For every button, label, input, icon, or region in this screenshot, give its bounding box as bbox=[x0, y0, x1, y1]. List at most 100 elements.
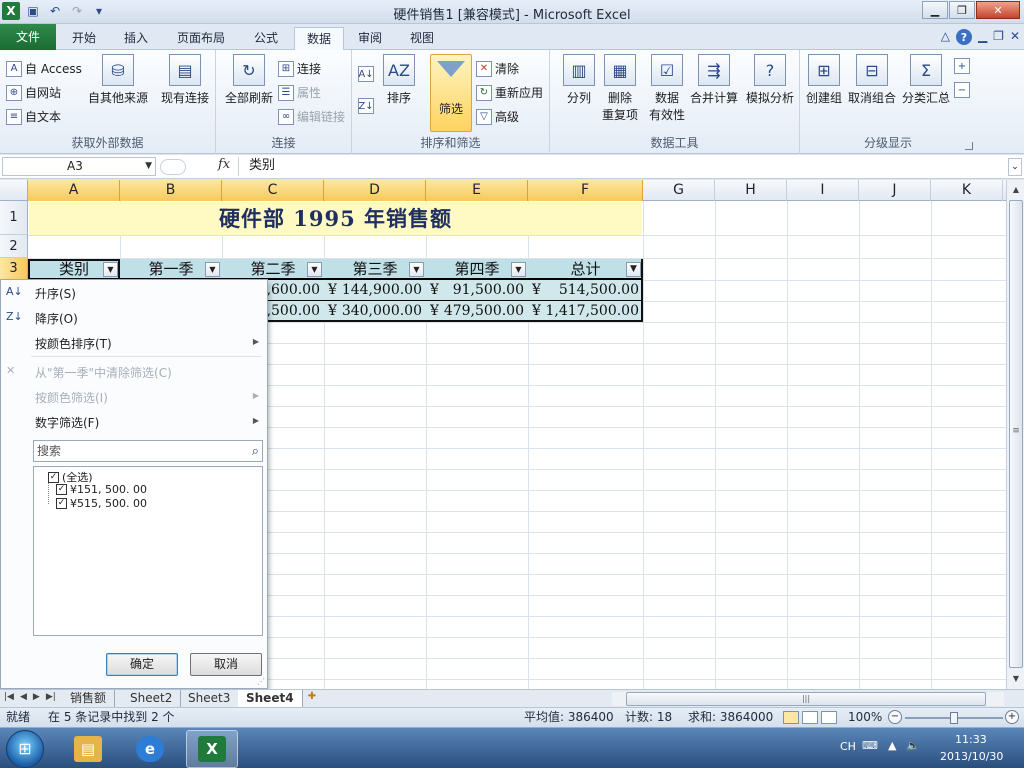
row-header-3[interactable]: 3 bbox=[0, 258, 28, 280]
cell-total-row4[interactable]: ¥514,500.00 bbox=[528, 280, 643, 301]
edit-links-button[interactable]: ∞ 编辑链接 bbox=[278, 108, 345, 125]
clock-time[interactable]: 11:33 bbox=[955, 733, 987, 746]
formula-input[interactable]: 类别 bbox=[238, 157, 1008, 176]
zoom-level[interactable]: 100% bbox=[848, 708, 882, 727]
existing-connections-button[interactable]: ▤ 现有连接 bbox=[158, 54, 212, 107]
name-box[interactable]: A3 ▼ bbox=[2, 157, 156, 176]
checkbox-checked-icon[interactable]: ✓ bbox=[56, 484, 67, 495]
from-other-sources-button[interactable]: ⛁ 自其他来源 bbox=[86, 54, 150, 107]
sheet-title-cell[interactable]: 硬件部 1995 年销售额 bbox=[29, 202, 642, 235]
select-all-corner[interactable] bbox=[0, 180, 28, 201]
filter-dropdown-icon[interactable]: ▼ bbox=[205, 262, 220, 277]
excel-icon[interactable]: X bbox=[186, 730, 238, 768]
cell-q3-row5[interactable]: ¥340,000.00 bbox=[324, 301, 426, 322]
cell-q4-row5[interactable]: ¥479,500.00 bbox=[426, 301, 528, 322]
page-break-view-icon[interactable] bbox=[821, 711, 837, 724]
workbook-minimize-icon[interactable]: ▁ bbox=[978, 29, 987, 45]
subtotal-button[interactable]: Σ 分类汇总 bbox=[900, 54, 952, 107]
tab-view[interactable]: 视图 bbox=[398, 27, 446, 50]
header-cell-total[interactable]: 总计 ▼ bbox=[528, 259, 643, 280]
sort-button[interactable]: AZ 排序 bbox=[382, 54, 416, 107]
workbook-close-icon[interactable]: ✕ bbox=[1010, 29, 1020, 45]
col-header-f[interactable]: F bbox=[528, 180, 643, 201]
minimize-button[interactable]: ▁ bbox=[922, 1, 948, 19]
zoom-slider-knob[interactable] bbox=[950, 712, 958, 724]
filter-dropdown-icon[interactable]: ▼ bbox=[409, 262, 424, 277]
zoom-out-icon[interactable]: − bbox=[888, 710, 902, 724]
what-if-analysis-button[interactable]: ? 模拟分析 bbox=[742, 54, 798, 107]
col-header-g[interactable]: G bbox=[643, 180, 715, 201]
row-header-2[interactable]: 2 bbox=[0, 235, 28, 258]
group-button[interactable]: ⊞ 创建组 bbox=[802, 54, 846, 107]
col-header-e[interactable]: E bbox=[426, 180, 528, 201]
vertical-scroll-thumb[interactable]: ≡ bbox=[1009, 200, 1023, 668]
scroll-down-icon[interactable]: ▼ bbox=[1007, 671, 1024, 687]
cell-q4-row4[interactable]: ¥91,500.00 bbox=[426, 280, 528, 301]
name-box-dropdown-icon[interactable]: ▼ bbox=[145, 158, 152, 175]
insert-sheet-icon[interactable]: ✚ bbox=[303, 691, 321, 706]
col-header-b[interactable]: B bbox=[120, 180, 222, 201]
properties-button[interactable]: ☰ 属性 bbox=[278, 84, 321, 101]
sheet-tab-sales[interactable]: 销售额 bbox=[62, 690, 116, 707]
insert-function-button[interactable]: fx bbox=[218, 157, 230, 172]
checkbox-checked-icon[interactable]: ✓ bbox=[56, 498, 67, 509]
page-layout-view-icon[interactable] bbox=[802, 711, 818, 724]
first-sheet-icon[interactable]: |◀ bbox=[4, 692, 14, 702]
next-sheet-icon[interactable]: ▶ bbox=[33, 692, 40, 702]
text-to-columns-button[interactable]: ▥ 分列 bbox=[556, 54, 602, 107]
expand-formula-bar-icon[interactable]: ⌄ bbox=[1008, 158, 1022, 176]
filter-dropdown-icon[interactable]: ▼ bbox=[103, 262, 118, 277]
remove-duplicates-button[interactable]: ▦ 删除 重复项 bbox=[598, 54, 642, 124]
col-header-h[interactable]: H bbox=[715, 180, 787, 201]
tab-review[interactable]: 审阅 bbox=[346, 27, 394, 50]
advanced-filter-button[interactable]: ▽ 高级 bbox=[476, 108, 519, 125]
workbook-restore-icon[interactable]: ❐ bbox=[993, 29, 1004, 45]
menu-sort-descending[interactable]: 降序(O) bbox=[35, 310, 78, 327]
volume-icon[interactable]: 🔈 bbox=[906, 739, 920, 752]
connections-button[interactable]: ⊞ 连接 bbox=[278, 60, 321, 77]
sort-z-a-button[interactable]: Z↓ bbox=[358, 98, 374, 114]
minimize-ribbon-icon[interactable]: △ bbox=[941, 29, 950, 45]
filter-dropdown-icon[interactable]: ▼ bbox=[511, 262, 526, 277]
show-hidden-icons-icon[interactable]: ▲ bbox=[888, 739, 896, 752]
active-filter-icon[interactable]: ▼ bbox=[626, 262, 641, 277]
last-sheet-icon[interactable]: ▶| bbox=[46, 692, 56, 702]
col-header-i[interactable]: I bbox=[787, 180, 859, 201]
sheet-tab-sheet2[interactable]: Sheet2 bbox=[122, 690, 182, 707]
header-cell-q2[interactable]: 第二季 ▼ bbox=[222, 259, 324, 280]
horizontal-scrollbar[interactable]: ||| bbox=[612, 692, 1004, 706]
from-access-button[interactable]: A自 Access bbox=[6, 60, 82, 77]
show-detail-button[interactable]: + bbox=[954, 58, 970, 74]
menu-sort-ascending[interactable]: 升序(S) bbox=[35, 285, 76, 302]
sort-a-z-button[interactable]: A↓ bbox=[358, 66, 374, 82]
cell-total-row5[interactable]: ¥1,417,500.00 bbox=[528, 301, 643, 322]
row-header-1[interactable]: 1 bbox=[0, 201, 28, 235]
col-header-d[interactable]: D bbox=[324, 180, 426, 201]
filter-search-input[interactable]: 搜索 ⌕ bbox=[33, 440, 263, 462]
col-header-a[interactable]: A bbox=[28, 180, 120, 201]
ie-icon[interactable]: e bbox=[124, 730, 176, 768]
menu-sort-by-color[interactable]: 按颜色排序(T) bbox=[35, 335, 261, 352]
help-icon[interactable]: ? bbox=[955, 29, 972, 45]
menu-filter-by-color[interactable]: 按颜色筛选(I) bbox=[35, 389, 108, 406]
menu-number-filters[interactable]: 数字筛选(F) bbox=[35, 414, 99, 431]
normal-view-icon[interactable] bbox=[783, 711, 799, 724]
cancel-button[interactable]: 取消 bbox=[190, 653, 262, 676]
tab-home[interactable]: 开始 bbox=[60, 27, 108, 50]
explorer-icon[interactable]: ▤ bbox=[62, 730, 114, 768]
restore-button[interactable]: ❐ bbox=[949, 1, 975, 19]
filter-dropdown-icon[interactable]: ▼ bbox=[307, 262, 322, 277]
tab-data[interactable]: 数据 bbox=[294, 27, 345, 51]
filter-item[interactable]: ✓ ¥151, 500. 00 bbox=[56, 483, 147, 496]
clock-date[interactable]: 2013/10/30 bbox=[940, 750, 1003, 763]
reapply-button[interactable]: ↻ 重新应用 bbox=[476, 84, 543, 101]
hide-detail-button[interactable]: − bbox=[954, 82, 970, 98]
header-cell-q3[interactable]: 第三季 ▼ bbox=[324, 259, 426, 280]
horizontal-scroll-thumb[interactable]: ||| bbox=[626, 692, 986, 706]
tab-page-layout[interactable]: 页面布局 bbox=[165, 27, 237, 50]
col-header-c[interactable]: C bbox=[222, 180, 324, 201]
header-cell-q4[interactable]: 第四季 ▼ bbox=[426, 259, 528, 280]
sheet-tab-sheet4[interactable]: Sheet4 bbox=[238, 690, 303, 707]
tab-file[interactable]: 文件 bbox=[0, 24, 56, 50]
consolidate-button[interactable]: ⇶ 合并计算 bbox=[688, 54, 740, 107]
